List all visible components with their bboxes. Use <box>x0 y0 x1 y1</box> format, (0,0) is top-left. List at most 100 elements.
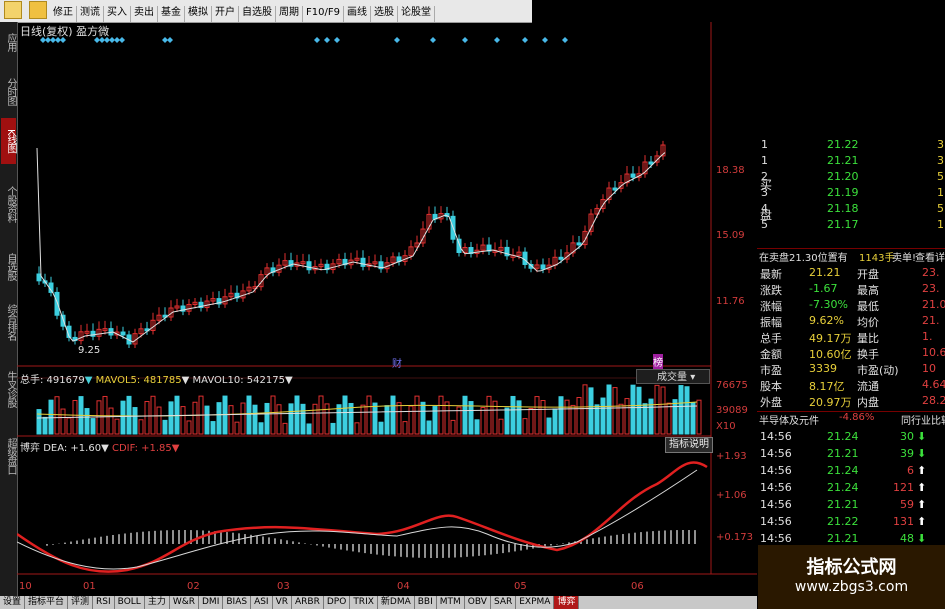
tab-7[interactable]: DMI <box>199 596 224 609</box>
toolbar-button-6[interactable]: 开户 <box>212 6 239 22</box>
volume-bar <box>192 401 198 435</box>
tab-1[interactable]: 指标平台 <box>25 596 69 609</box>
orderbook-row[interactable]: 3 21.19 1 <box>757 186 945 202</box>
tab-12[interactable]: DPO <box>324 596 351 609</box>
volume-bar <box>672 399 678 435</box>
tab-4[interactable]: BOLL <box>115 596 145 609</box>
orderbook-row[interactable]: 5 21.17 1 <box>757 218 945 234</box>
finance-marker[interactable]: 财 <box>392 355 402 370</box>
volume-bar <box>102 395 108 435</box>
left-nav-item-3[interactable]: 个股资料 <box>1 170 16 238</box>
volume-bar <box>468 401 474 435</box>
tab-16[interactable]: MTM <box>437 596 465 609</box>
left-nav-item-1[interactable]: 分时图 <box>1 70 16 112</box>
candle-body <box>522 251 528 265</box>
sector-name[interactable]: 半导体及元件 <box>759 412 819 427</box>
left-nav-item-0[interactable]: 应用 <box>1 24 16 60</box>
left-nav-item-7[interactable]: 超级盘口 <box>1 426 16 486</box>
quote-row: 涨跌 -1.67 最高 23. <box>757 282 945 298</box>
orderbook-row[interactable]: 1 21.22 3 <box>757 138 945 154</box>
tab-11[interactable]: ARBR <box>292 596 324 609</box>
orderbook-row[interactable]: 1 21.21 3 <box>757 154 945 170</box>
toolbar-button-11[interactable]: 选股 <box>371 6 398 22</box>
toolbar-button-1[interactable]: 测谎 <box>77 6 104 22</box>
signal-diamond <box>522 37 528 43</box>
toolbar-button-10[interactable]: 画线 <box>344 6 371 22</box>
toolbar-button-2[interactable]: 买入 <box>104 6 131 22</box>
tab-9[interactable]: ASI <box>251 596 273 609</box>
watermark-url: www.zbgs3.com <box>794 579 909 595</box>
toolbar-button-3[interactable]: 卖出 <box>131 6 158 22</box>
volume-bar <box>588 387 594 435</box>
volume-indicator-select[interactable]: 成交量 ▾ <box>636 369 710 384</box>
tick-row: 14:56 21.21 39 ⬇ <box>757 447 945 463</box>
volume-bar <box>486 395 492 435</box>
quote-l2: 市盈(动) <box>857 364 899 377</box>
left-nav-item-4[interactable]: 自选股 <box>1 242 16 290</box>
tab-14[interactable]: 新DMA <box>378 596 415 609</box>
indicator-help-button[interactable]: 指标说明 <box>665 437 713 453</box>
volume-bar <box>564 399 570 435</box>
signal-diamonds <box>40 37 568 43</box>
back-arrow-icon[interactable] <box>29 1 47 19</box>
quote-l1: 振幅 <box>760 316 782 329</box>
volume-bar <box>630 384 636 435</box>
volume-bar <box>150 395 156 435</box>
tab-10[interactable]: VR <box>273 596 293 609</box>
tick-vol: 30 <box>900 430 914 443</box>
toolbar-button-8[interactable]: 周期 <box>276 6 303 22</box>
quote-row: 最新 21.21 开盘 23. <box>757 266 945 282</box>
tab-6[interactable]: W&R <box>170 596 199 609</box>
tab-2[interactable]: 评测 <box>68 596 94 609</box>
quote-l1: 总手 <box>760 332 782 345</box>
toolbar-button-12[interactable]: 论股堂 <box>398 6 435 22</box>
arrow-down-icon: ⬇ <box>917 532 927 545</box>
app-icon[interactable] <box>4 1 22 19</box>
toolbar-button-4[interactable]: 基金 <box>158 6 185 22</box>
watermark-title: 指标公式网 <box>806 557 897 578</box>
tab-17[interactable]: OBV <box>465 596 491 609</box>
toolbar-button-9[interactable]: F10/F9 <box>303 6 344 22</box>
quote-l2: 流通 <box>857 380 879 393</box>
volume-bar <box>642 403 648 435</box>
volume-bar <box>138 419 144 435</box>
quote-v2: 23. <box>922 282 940 295</box>
left-nav-item-6[interactable]: 牛叉诊股 <box>1 358 16 420</box>
orderbook-notice[interactable]: 在卖盘21.30位置有 1143手 卖单! 查看详 <box>757 248 945 265</box>
signal-diamond <box>324 37 330 43</box>
toolbar-button-5[interactable]: 模拟 <box>185 6 212 22</box>
tick-time: 14:56 <box>760 464 792 477</box>
notice-link[interactable]: 查看详 <box>915 249 945 264</box>
volume-bar <box>36 409 42 435</box>
tab-20[interactable]: 博弈 <box>554 596 580 609</box>
quote-v2: 23. <box>922 266 940 279</box>
left-nav-item-5[interactable]: 综合排名 <box>1 294 16 350</box>
tab-18[interactable]: SAR <box>491 596 517 609</box>
tab-19[interactable]: EXPMA <box>516 596 555 609</box>
orderbook-row[interactable]: 2 21.20 5 <box>757 170 945 186</box>
signal-diamond <box>462 37 468 43</box>
rank-marker[interactable]: 榜 <box>653 354 663 369</box>
sector-row[interactable]: 半导体及元件 -4.86% 同行业比较 <box>757 411 945 428</box>
orderbook-row[interactable]: 4 21.18 5 <box>757 202 945 218</box>
quote-v1: 10.60亿 <box>809 348 852 361</box>
volume-bar <box>54 396 60 435</box>
tab-8[interactable]: BIAS <box>223 596 252 609</box>
volume-bar <box>510 395 516 435</box>
sector-compare-link[interactable]: 同行业比较 <box>901 412 945 427</box>
tab-3[interactable]: RSI <box>93 596 115 609</box>
toolbar-button-0[interactable]: 修正 <box>50 6 77 22</box>
tick-price: 21.22 <box>827 515 859 528</box>
tab-15[interactable]: BBI <box>415 596 437 609</box>
tab-0[interactable]: 设置 <box>0 596 26 609</box>
volume-bar <box>354 422 360 435</box>
tick-vol: 39 <box>900 447 914 460</box>
tick-time: 14:56 <box>760 532 792 545</box>
volume-bar <box>366 395 372 435</box>
tab-13[interactable]: TRIX <box>350 596 378 609</box>
left-nav-item-2[interactable]: K线图 <box>1 118 16 164</box>
volume-bar <box>48 399 54 435</box>
toolbar-button-7[interactable]: 自选股 <box>239 6 276 22</box>
chart-period[interactable]: 日线(复权) <box>20 25 73 38</box>
tab-5[interactable]: 主力 <box>145 596 170 609</box>
